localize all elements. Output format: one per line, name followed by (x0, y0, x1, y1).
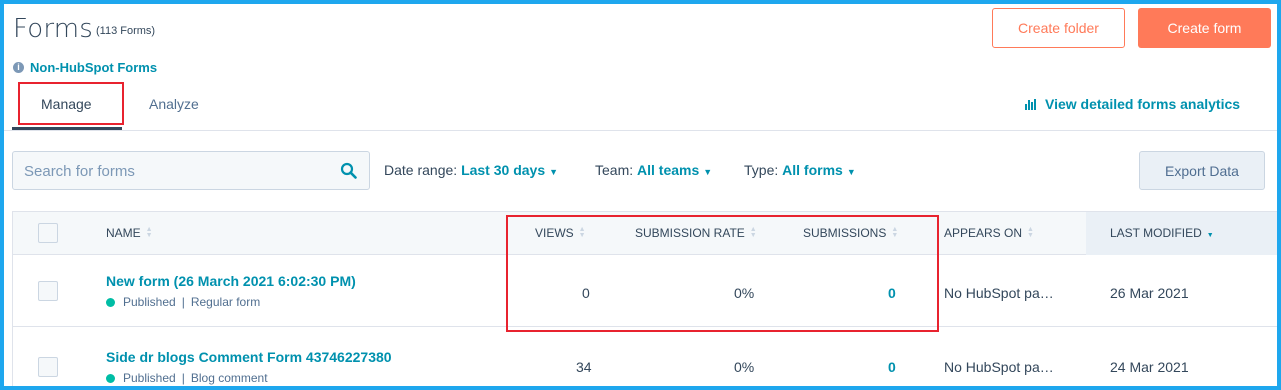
form-meta: Published | Blog comment (106, 371, 268, 385)
export-data-button[interactable]: Export Data (1139, 151, 1265, 190)
appears-on-value: No HubSpot pa… (944, 359, 1054, 375)
type-label: Type: (744, 162, 779, 178)
bar-chart-icon (1025, 98, 1036, 110)
date-range-value[interactable]: Last 30 days (461, 162, 545, 178)
last-modified-value: 26 Mar 2021 (1110, 285, 1189, 301)
forms-count: (113 Forms) (96, 25, 156, 37)
status-label: Published (123, 371, 176, 385)
highlight-box-metrics (506, 215, 939, 332)
type-value[interactable]: All forms (782, 162, 843, 178)
search-placeholder: Search for forms (24, 163, 135, 180)
published-status-dot (106, 373, 115, 383)
row-checkbox[interactable] (38, 281, 58, 301)
sort-descending-icon: ▲▼ (1206, 232, 1214, 239)
non-hubspot-forms-label: Non-HubSpot Forms (30, 60, 158, 75)
date-range-filter[interactable]: Date range: Last 30 days ▼ (384, 162, 558, 178)
form-type-label: Blog comment (190, 371, 268, 385)
chevron-down-icon: ▼ (846, 167, 856, 177)
select-all-checkbox[interactable] (38, 223, 58, 243)
chevron-down-icon: ▼ (549, 167, 559, 177)
chevron-down-icon: ▼ (703, 167, 713, 177)
separator: | (181, 295, 185, 309)
form-meta: Published | Regular form (106, 295, 260, 309)
sort-icon: ▲ ▼ (1027, 226, 1034, 239)
status-label: Published (123, 295, 176, 309)
column-appears-on[interactable]: APPEARS ON ▲ ▼ (944, 226, 1034, 240)
info-icon: i (13, 62, 24, 73)
column-name-label: NAME (106, 226, 141, 240)
column-name[interactable]: NAME ▲ ▼ (106, 226, 153, 240)
appears-on-value: No HubSpot pa… (944, 285, 1054, 301)
form-name-link[interactable]: New form (26 March 2021 6:02:30 PM) (106, 273, 356, 289)
sort-icon: ▲ ▼ (145, 226, 153, 239)
create-folder-button[interactable]: Create folder (992, 8, 1125, 48)
view-analytics-link[interactable]: View detailed forms analytics (1025, 96, 1240, 112)
search-icon[interactable] (340, 162, 357, 179)
tab-analyze[interactable]: Analyze (149, 96, 199, 112)
date-range-label: Date range: (384, 162, 458, 178)
team-label: Team: (595, 162, 634, 178)
tabs-divider (4, 130, 1277, 131)
create-form-button[interactable]: Create form (1138, 8, 1271, 48)
submissions-link[interactable]: 0 (888, 359, 896, 375)
submission-rate-value: 0% (734, 359, 755, 375)
search-input[interactable]: Search for forms (12, 151, 370, 190)
non-hubspot-forms-link[interactable]: i Non-HubSpot Forms (13, 60, 157, 75)
page-title: Forms (13, 14, 94, 44)
highlight-box-manage (18, 82, 124, 125)
published-status-dot (106, 297, 115, 307)
column-appears-on-label: APPEARS ON (944, 226, 1023, 240)
form-type-label: Regular form (190, 295, 261, 309)
column-last-modified[interactable]: LAST MODIFIED ▲▼ (1110, 226, 1214, 240)
last-modified-value: 24 Mar 2021 (1110, 359, 1189, 375)
type-filter[interactable]: Type: All forms ▼ (744, 162, 856, 178)
view-analytics-label: View detailed forms analytics (1045, 96, 1241, 112)
column-last-modified-label: LAST MODIFIED (1110, 226, 1202, 240)
separator: | (181, 371, 185, 385)
team-filter[interactable]: Team: All teams ▼ (595, 162, 712, 178)
table-row[interactable]: Side dr blogs Comment Form 43746227380 P… (13, 327, 1277, 386)
forms-page: Forms (113 Forms) Create folder Create f… (4, 4, 1277, 386)
form-name-link[interactable]: Side dr blogs Comment Form 43746227380 (106, 349, 392, 365)
row-checkbox[interactable] (38, 357, 58, 377)
views-value: 34 (576, 359, 592, 375)
team-value[interactable]: All teams (637, 162, 699, 178)
